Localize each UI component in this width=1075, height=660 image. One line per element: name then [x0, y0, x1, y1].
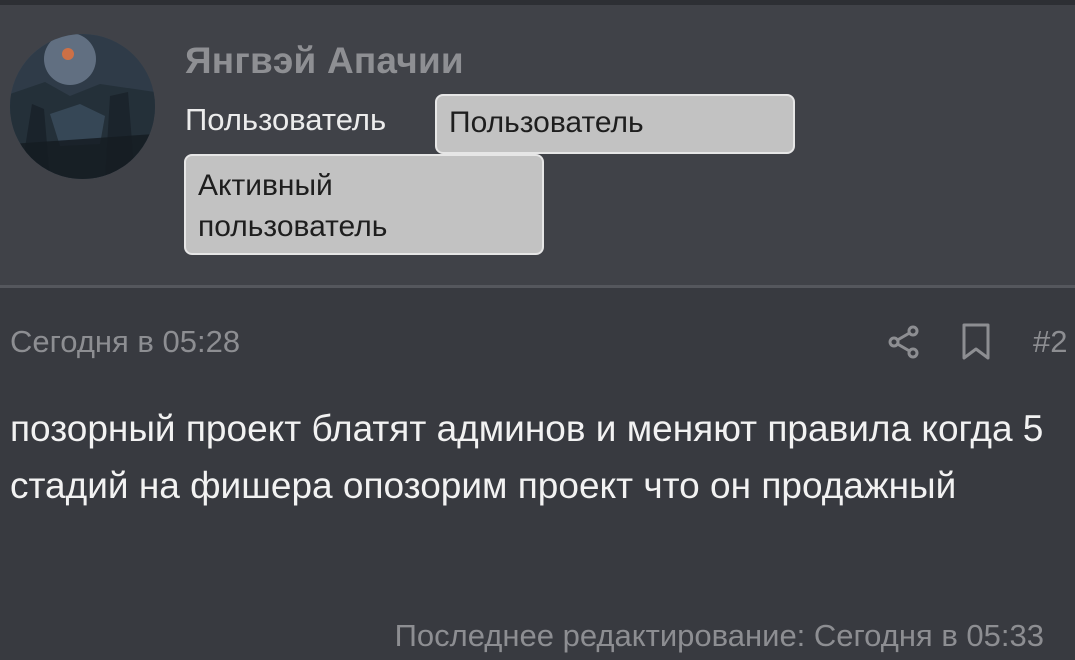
post-body: позорный проект блатят админов и меняют … — [10, 408, 1044, 506]
avatar-image — [10, 34, 155, 179]
share-button[interactable] — [886, 324, 922, 360]
bookmark-icon — [962, 323, 990, 360]
user-role: Пользователь — [185, 102, 387, 137]
avatar[interactable] — [10, 34, 155, 179]
user-badge-active: Активный пользователь — [184, 154, 544, 255]
divider — [0, 285, 1075, 288]
username[interactable]: Янгвэй Апачии — [185, 40, 464, 82]
post-timestamp[interactable]: Сегодня в 05:28 — [10, 324, 240, 360]
last-edit-note: Последнее редактирование: Сегодня в 05:3… — [394, 618, 1044, 653]
post-number[interactable]: #2 — [1033, 324, 1067, 360]
share-icon — [888, 325, 919, 359]
bookmark-button[interactable] — [958, 322, 994, 362]
user-badge-role: Пользователь — [435, 94, 795, 154]
